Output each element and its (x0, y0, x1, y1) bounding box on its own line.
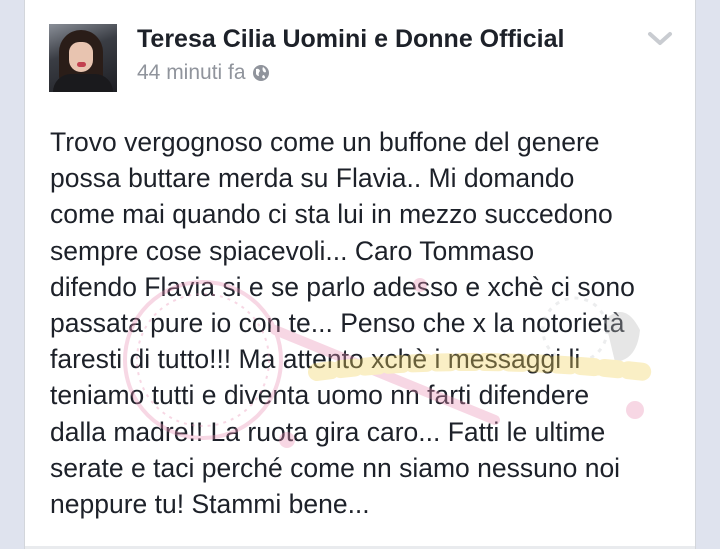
globe-icon (252, 65, 269, 81)
post-timestamp[interactable]: 44 minuti fa (137, 61, 246, 85)
post-text-line: dalla madre!! La ruota gira caro... Fatt… (50, 416, 606, 447)
post-text-line: faresti di tutto!!! Ma attento xchè i me… (50, 344, 581, 375)
post-text-line: passata pure io con te... Penso che x la… (50, 308, 625, 339)
post-text-line: possa buttare merda su Flavia.. Mi doman… (50, 163, 575, 194)
post-text-line: sempre cose spiacevoli... Caro Tommaso (50, 235, 535, 266)
post-text-line: serate e taci perché come nn siamo nessu… (50, 452, 621, 483)
author-avatar[interactable] (49, 24, 117, 92)
post-text-line: Trovo vergognoso come un buffone del gen… (50, 127, 600, 157)
post-meta: 44 minuti fa (137, 61, 270, 85)
post-text-line: neppure tu! Stammi bene... (50, 489, 370, 520)
post-text-line: difendo Flavia si e se parlo adesso e xc… (50, 271, 635, 302)
post-text-line: teniamo tutti e diventa uomo nn farti di… (50, 380, 590, 411)
post-text-line: come mai quando ci sta lui in mezzo succ… (50, 199, 613, 230)
avatar-coat (53, 74, 113, 92)
author-name[interactable]: Teresa Cilia Uomini e Donne Official (137, 25, 564, 54)
avatar-face (69, 42, 93, 72)
chevron-down-icon[interactable] (647, 30, 673, 48)
avatar-lips (77, 62, 86, 67)
post-body: Trovo vergognoso come un buffone del gen… (50, 124, 690, 522)
post-card: Teresa Cilia Uomini e Donne Official 44 … (24, 0, 696, 549)
